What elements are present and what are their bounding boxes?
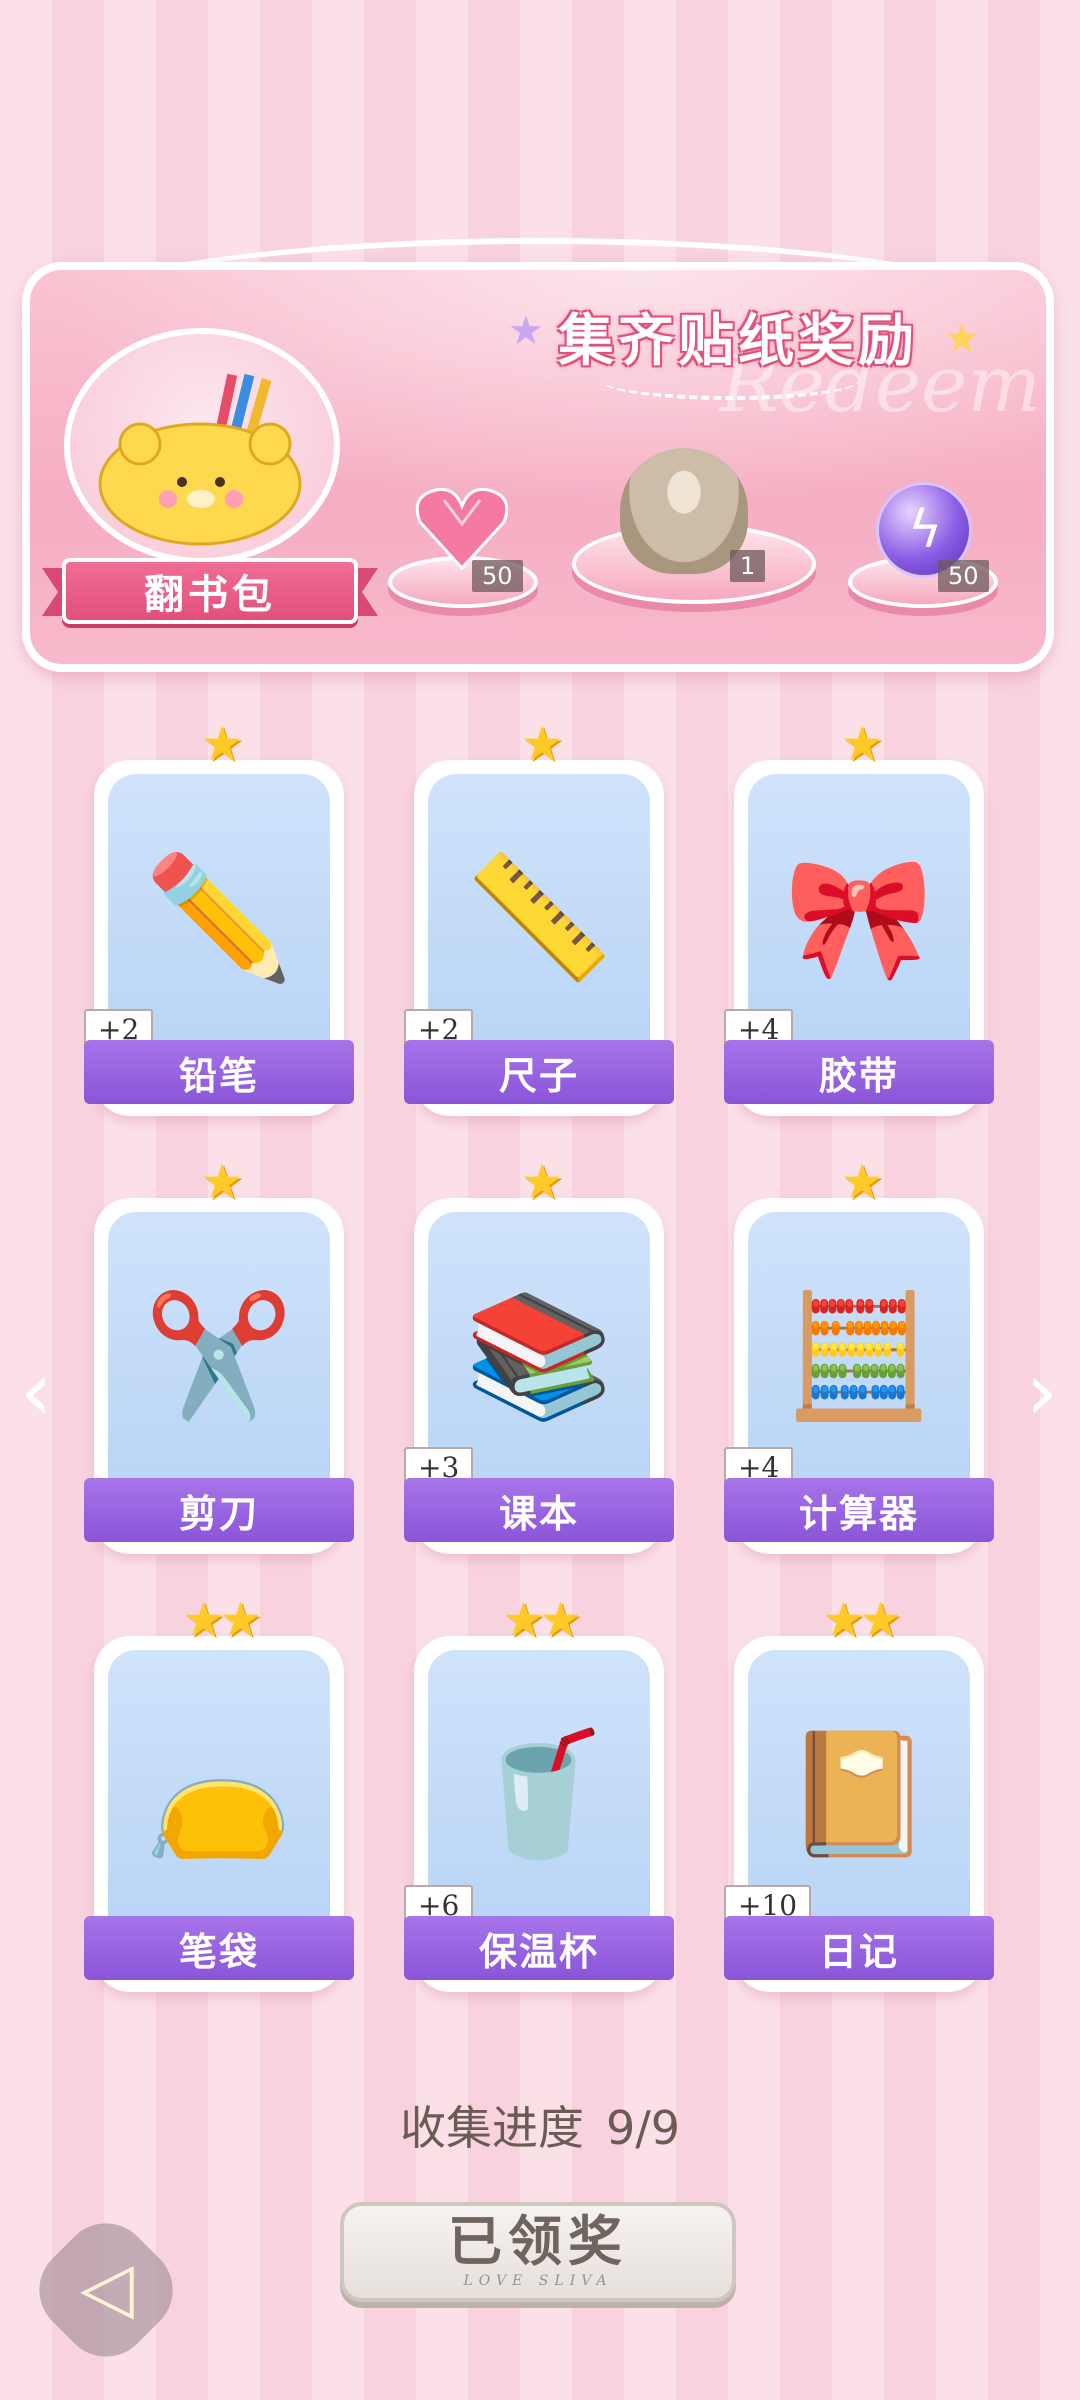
scissors-icon: ✂️	[144, 1287, 294, 1426]
bear-pencil-case-icon	[98, 373, 302, 546]
star-rating-icon: ★	[200, 716, 243, 772]
sticker-art-frame: 👝	[108, 1650, 330, 1952]
progress-label: 收集进度	[399, 2101, 584, 2155]
sticker-card[interactable]: ★ 📚 +3 课本	[404, 1154, 674, 1554]
star-rating-icon: ★★	[181, 1592, 262, 1648]
character-avatar-icon[interactable]	[620, 448, 748, 574]
pencil-icon: ✏️	[144, 849, 294, 988]
thermos-icon: 🥤	[464, 1725, 614, 1864]
pencil-case-icon: 👝	[144, 1725, 294, 1864]
sticker-name: 铅笔	[84, 1040, 354, 1104]
star-rating-icon: ★	[520, 716, 563, 772]
star-rating-icon: ★	[200, 1154, 243, 1210]
claimed-button-label: 已领奖	[448, 2210, 628, 2273]
sticker-card[interactable]: ★ ✏️ +2 铅笔	[84, 716, 354, 1116]
ruler-icon: 📏	[464, 849, 614, 988]
star-sparkle-icon: ★	[944, 316, 980, 362]
sticker-name: 日记	[724, 1916, 994, 1980]
sticker-name: 笔袋	[84, 1916, 354, 1980]
calculator-icon: 🧮	[784, 1287, 934, 1426]
sticker-card[interactable]: ★ 📏 +2 尺子	[404, 716, 674, 1116]
textbook-icon: 📚	[464, 1287, 614, 1426]
claimed-button[interactable]: 已领奖 LOVE SLIVA	[340, 2202, 736, 2302]
sticker-name: 课本	[404, 1478, 674, 1542]
sticker-card[interactable]: ★★ 🥤 +6 保温杯	[404, 1592, 674, 1992]
tape-icon: 🎀	[784, 849, 934, 988]
chevron-left-icon[interactable]: ‹	[14, 1352, 58, 1432]
sticker-card[interactable]: ★★ 👝 笔袋	[84, 1592, 354, 1992]
sticker-card[interactable]: ★ ✂️ 剪刀	[84, 1154, 354, 1554]
lightning-bolt-icon: ϟ	[908, 500, 943, 560]
star-rating-icon: ★	[520, 1154, 563, 1210]
collection-name-ribbon: 翻书包	[62, 558, 358, 624]
sticker-name: 尺子	[404, 1040, 674, 1104]
sticker-card[interactable]: ★ 🧮 +4 计算器	[724, 1154, 994, 1554]
progress-value: 9/9	[605, 2101, 681, 2155]
reward-count: 1	[730, 550, 766, 582]
reward-count: 50	[472, 560, 523, 592]
sticker-name: 剪刀	[84, 1478, 354, 1542]
sticker-card[interactable]: ★★ 📔 +10 日记	[724, 1592, 994, 1992]
sticker-name: 保温杯	[404, 1916, 674, 1980]
pink-heart-gem-icon[interactable]	[414, 484, 510, 570]
star-rating-icon: ★★	[501, 1592, 582, 1648]
pencil-case-bubble[interactable]	[64, 328, 340, 564]
sticker-name: 计算器	[724, 1478, 994, 1542]
diary-icon: 📔	[784, 1725, 934, 1864]
star-rating-icon: ★	[840, 1154, 883, 1210]
collection-progress: 收集进度 9/9	[0, 2092, 1080, 2158]
sticker-name: 胶带	[724, 1040, 994, 1104]
chevron-right-icon[interactable]: ›	[1020, 1352, 1064, 1432]
back-arrow-icon: ◁	[80, 2246, 134, 2328]
claimed-button-subtext: LOVE SLIVA	[463, 2273, 613, 2289]
sticker-card[interactable]: ★ 🎀 +4 胶带	[724, 716, 994, 1116]
star-rating-icon: ★	[840, 716, 883, 772]
sticker-art-frame: ✂️	[108, 1212, 330, 1514]
title-dashed-line	[600, 360, 860, 400]
star-rating-icon: ★★	[821, 1592, 902, 1648]
reward-count: 50	[938, 560, 989, 592]
